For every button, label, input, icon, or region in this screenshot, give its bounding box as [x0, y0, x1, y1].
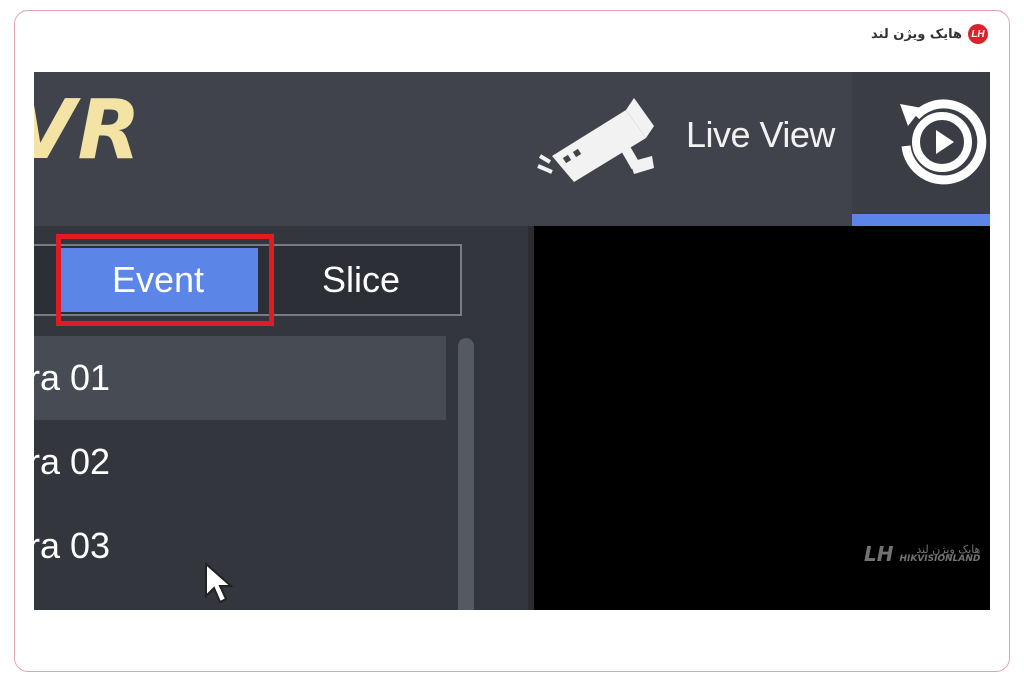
camera-list-item[interactable]: era 02	[34, 420, 446, 504]
camera-list-item[interactable]: era 01	[34, 336, 446, 420]
live-view-label[interactable]: Live View	[686, 114, 835, 156]
camera-list-item[interactable]: era 03	[34, 504, 446, 588]
video-watermark: LH هایک ویژن لند HIKVISIONLAND	[864, 542, 980, 566]
slice-mode-button[interactable]: Slice	[262, 248, 460, 312]
brand-name: هایک ویژن لند	[871, 26, 962, 42]
watermark-logo-icon: LH	[864, 542, 894, 566]
cctv-camera-icon[interactable]	[534, 86, 664, 186]
camera-list-scrollbar[interactable]	[458, 338, 474, 610]
top-header: VR Live View	[34, 72, 990, 226]
playback-mode-switch: Event Slice	[34, 244, 462, 316]
camera-list: era 01 era 02 era 03	[34, 336, 446, 588]
playback-icon	[900, 99, 987, 185]
brand-logo-icon: LH	[968, 24, 988, 44]
mouse-pointer-icon	[205, 562, 234, 604]
playback-tab[interactable]	[852, 72, 990, 226]
playback-sidebar: Event Slice era 01 era 02 era 03	[34, 226, 534, 610]
nvr-logo: VR	[34, 83, 143, 178]
active-tab-indicator	[852, 214, 990, 226]
watermark-text-en: HIKVISIONLAND	[899, 554, 981, 564]
event-mode-button[interactable]: Event	[58, 248, 258, 312]
brand-watermark: هایک ویژن لند LH	[871, 24, 988, 44]
nvr-screenshot: VR Live View	[34, 72, 990, 610]
video-player[interactable]: LH هایک ویژن لند HIKVISIONLAND	[534, 226, 990, 610]
